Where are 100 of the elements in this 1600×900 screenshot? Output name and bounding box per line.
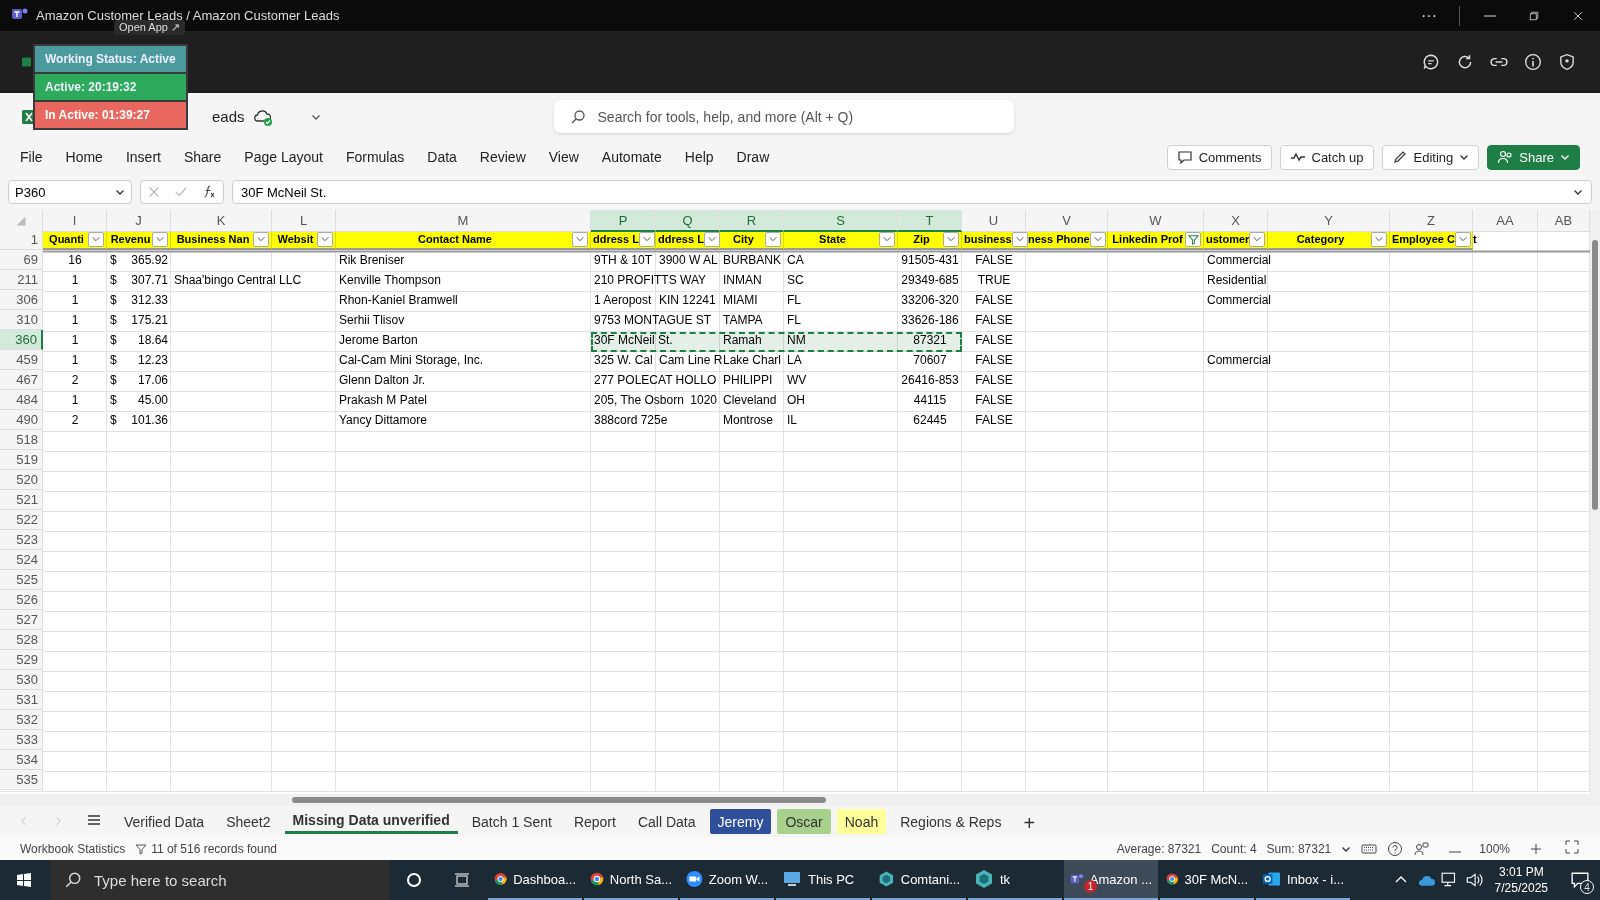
row-header[interactable]: 467 [0,370,43,390]
ribbon-tab[interactable]: Home [65,145,103,169]
column-header[interactable]: Y [1268,210,1390,232]
formula-field[interactable]: 30F McNeil St. [232,180,1592,204]
vertical-scrollbar[interactable] [1590,210,1600,794]
row-header[interactable]: 523 [0,530,43,550]
column-header[interactable]: Z [1390,210,1473,232]
sheet-tab[interactable]: Noah [836,809,887,834]
horizontal-scrollbar[interactable] [0,794,1600,806]
ribbon-tab[interactable]: Formulas [345,145,405,169]
table-cell-text: $ [109,413,118,427]
table-cell-text: 365.92 [130,253,169,267]
sheet-tab[interactable]: Missing Data unverified [284,809,458,834]
sheet-tab[interactable]: Call Data [629,809,704,834]
ribbon-tab[interactable]: Page Layout [244,145,323,169]
share-button[interactable]: Share [1487,144,1580,170]
row-header[interactable]: 484 [0,390,43,410]
sheet-tab[interactable]: Verified Data [116,809,213,834]
shield-icon [1558,53,1576,71]
column-header[interactable]: Q [656,210,720,232]
row-header[interactable]: 310 [0,310,43,330]
taskbar-app[interactable]: 30F McN... [1160,860,1254,900]
column-header[interactable]: AB [1538,210,1590,232]
sheet-tab[interactable]: Sheet2 [218,809,279,834]
row-header[interactable]: 69 [0,250,43,270]
table-cell-text: MIAMI [722,293,759,307]
row-header[interactable]: 1 [0,230,43,250]
row-header[interactable]: 521 [0,490,43,510]
chevron-down-icon [1092,234,1103,244]
name-box[interactable]: P360 [8,180,132,204]
sheet-tab[interactable]: Jeremy [709,809,772,834]
info-button[interactable] [1522,51,1544,73]
taskbar-app[interactable]: Dashboa... [488,860,582,900]
row-header[interactable]: 490 [0,410,43,430]
add-sheet-button[interactable]: + [1015,809,1044,834]
row-header[interactable]: 531 [0,690,43,710]
row-header[interactable]: 524 [0,550,43,570]
row-header[interactable]: 518 [0,430,43,450]
taskbar-app[interactable]: Comtani... [872,860,966,900]
chevron-down-icon [882,234,892,244]
row-header[interactable]: 534 [0,750,43,770]
row-header[interactable]: 459 [0,350,43,370]
column-header[interactable]: W [1108,210,1204,232]
row-header[interactable]: 535 [0,770,43,790]
table-cell-text: 45.00 [136,393,169,407]
row-header[interactable]: 211 [0,270,43,290]
editing-button[interactable]: Editing [1381,144,1480,170]
taskbar-app[interactable]: Zoom W... [680,860,774,900]
column-header[interactable]: M [336,210,591,232]
more-button[interactable]: ··· [1407,0,1451,31]
ribbon-tab[interactable]: File [20,145,43,169]
row-header[interactable]: 525 [0,570,43,590]
chevron-down-icon [1014,234,1025,244]
column-header[interactable]: V [1026,210,1108,232]
comment-icon [1176,149,1193,165]
row-header[interactable]: 530 [0,670,43,690]
column-header[interactable]: T [898,210,962,232]
taskbar-app[interactable]: North Sa... [584,860,678,900]
column-header[interactable]: U [962,210,1026,232]
row-header[interactable]: 520 [0,470,43,490]
help-icon [1387,840,1404,857]
notifications-button[interactable]: 4 [1560,860,1600,900]
column-header[interactable]: AA [1473,210,1538,232]
ribbon-tab[interactable]: View [548,145,579,169]
row-header[interactable]: 526 [0,590,43,610]
taskbar-app[interactable]: tk [968,860,1062,900]
row-header[interactable]: 528 [0,630,43,650]
ribbon-tab[interactable]: Help [684,145,714,169]
sheet-tab[interactable]: Oscar [777,809,831,834]
row-header[interactable]: 527 [0,610,43,630]
column-header[interactable]: I [43,210,107,232]
row-header[interactable]: 519 [0,450,43,470]
taskbar-search-field[interactable]: Type here to search [50,860,390,900]
column-header[interactable]: P [591,210,656,232]
ribbon-tab[interactable]: Insert [125,145,161,169]
search-field[interactable]: Search for tools, help, and more (Alt + Q) [553,100,1014,133]
row-header[interactable]: 360 [0,330,43,350]
ribbon-tab[interactable]: Review [479,145,526,169]
catchup-button[interactable]: Catch up [1279,144,1374,170]
column-header[interactable]: X [1204,210,1268,232]
row-header[interactable]: 532 [0,710,43,730]
sheet-tab[interactable]: Regions & Reps [892,809,1010,834]
column-header[interactable]: L [272,210,336,232]
sheet-tab[interactable]: Report [565,809,624,834]
column-header[interactable]: J [107,210,171,232]
ribbon-tab[interactable]: Draw [736,145,770,169]
taskbar-app[interactable]: This PC [776,860,870,900]
taskbar-app[interactable]: Inbox - i... [1256,860,1350,900]
sheet-tab[interactable]: Batch 1 Sent [463,809,560,834]
ribbon-tab[interactable]: Data [427,145,457,169]
row-header[interactable]: 522 [0,510,43,530]
row-header[interactable]: 529 [0,650,43,670]
row-header[interactable]: 533 [0,730,43,750]
column-header[interactable]: K [171,210,272,232]
column-header[interactable]: R [720,210,784,232]
row-header[interactable]: 306 [0,290,43,310]
comments-button[interactable]: Comments [1166,144,1272,170]
ribbon-tab[interactable]: Automate [601,145,662,169]
column-header[interactable]: S [784,210,898,232]
ribbon-tab[interactable]: Share [183,145,222,169]
